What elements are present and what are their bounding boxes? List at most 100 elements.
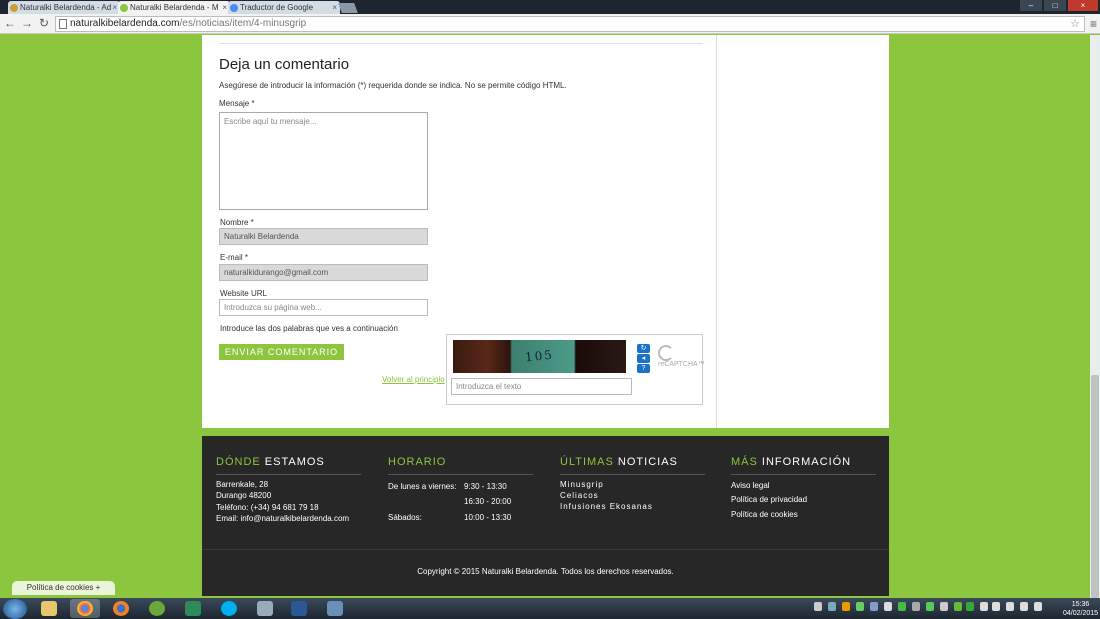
footer-heading-info: MÁS INFORMACIÓN bbox=[731, 456, 876, 475]
schedule-time: 16:30 - 20:00 bbox=[464, 497, 512, 506]
footer-heading-horario: HORARIO bbox=[388, 456, 533, 475]
tab-1[interactable]: Naturalki Belardenda - Ad × bbox=[8, 1, 120, 14]
flag-icon[interactable] bbox=[1006, 602, 1014, 611]
captcha-label: Introduce las dos palabras que ves a con… bbox=[220, 324, 398, 333]
recaptcha-logo: reCAPTCHA™ bbox=[658, 345, 705, 368]
name-input[interactable]: Naturalki Belardenda bbox=[219, 228, 428, 245]
tab-2[interactable]: Naturalki Belardenda - M × bbox=[118, 1, 230, 14]
menu-icon[interactable]: ≡ bbox=[1090, 17, 1097, 31]
explorer-taskbar-button[interactable] bbox=[34, 599, 64, 618]
tray-icon[interactable] bbox=[1020, 602, 1028, 611]
tray-icon[interactable] bbox=[814, 602, 822, 611]
scrollbar[interactable] bbox=[1090, 35, 1100, 615]
volume-icon[interactable] bbox=[992, 602, 1000, 611]
comment-heading: Deja un comentario bbox=[219, 56, 350, 73]
firefox-taskbar-button[interactable] bbox=[106, 599, 136, 618]
app-taskbar-button[interactable] bbox=[320, 599, 350, 618]
back-to-top-link[interactable]: Volver al principio bbox=[382, 375, 445, 384]
website-label: Website URL bbox=[220, 289, 267, 298]
tray-icon[interactable] bbox=[912, 602, 920, 611]
tab-title: Naturalki Belardenda - Ad bbox=[20, 3, 112, 12]
tray-icon[interactable] bbox=[898, 602, 906, 611]
tray-icon[interactable] bbox=[856, 602, 864, 611]
chrome-taskbar-button[interactable] bbox=[70, 599, 100, 618]
captcha-box: 105 ↻ ◂ ? reCAPTCHA™ Introduzca el texto bbox=[446, 334, 705, 405]
tab-title: Naturalki Belardenda - M bbox=[130, 3, 219, 12]
clock-time: 15:36 bbox=[1071, 601, 1090, 608]
tray-icon[interactable] bbox=[926, 602, 934, 611]
scrollbar-thumb[interactable] bbox=[1091, 375, 1099, 615]
close-icon[interactable]: × bbox=[112, 1, 117, 14]
captcha-input[interactable]: Introduzca el texto bbox=[451, 378, 632, 395]
tray-icon[interactable] bbox=[1034, 602, 1042, 611]
captcha-text: 105 bbox=[524, 347, 555, 365]
word-icon bbox=[291, 601, 307, 616]
url-host: naturalkibelardenda.com bbox=[70, 18, 180, 29]
news-link[interactable]: Minusgrip bbox=[560, 479, 604, 490]
refresh-icon[interactable]: ↻ bbox=[637, 344, 650, 353]
minimize-button[interactable]: – bbox=[1020, 0, 1042, 11]
firefox-icon bbox=[113, 601, 129, 616]
info-link[interactable]: Política de privacidad bbox=[731, 494, 807, 505]
skype-taskbar-button[interactable] bbox=[214, 599, 244, 618]
app-taskbar-button[interactable] bbox=[250, 599, 280, 618]
help-icon[interactable]: ? bbox=[637, 364, 650, 373]
website-input[interactable]: Introduzca su página web... bbox=[219, 299, 428, 316]
news-link[interactable]: Infusiones Ekosanas bbox=[560, 501, 653, 512]
tray-icon[interactable] bbox=[966, 602, 974, 611]
bookmark-star-icon[interactable]: ☆ bbox=[1070, 17, 1080, 31]
divider bbox=[716, 35, 717, 428]
maximize-button[interactable]: □ bbox=[1044, 0, 1066, 11]
new-tab-button[interactable] bbox=[338, 3, 358, 13]
news-link[interactable]: Celiacos bbox=[560, 490, 599, 501]
network-signal-icon[interactable] bbox=[980, 602, 988, 611]
back-arrow-icon[interactable]: ← bbox=[3, 16, 17, 30]
info-link[interactable]: Política de cookies bbox=[731, 509, 798, 520]
tray-icon[interactable] bbox=[828, 602, 836, 611]
site-favicon-icon bbox=[10, 4, 18, 12]
audio-icon[interactable]: ◂ bbox=[637, 354, 650, 363]
window-close-button[interactable]: × bbox=[1068, 0, 1098, 11]
app-taskbar-button[interactable] bbox=[178, 599, 208, 618]
taskbar bbox=[0, 598, 1100, 619]
forward-arrow-icon[interactable]: → bbox=[20, 16, 34, 30]
form-note: Asegúrese de introducir la información (… bbox=[219, 81, 567, 90]
close-icon[interactable]: × bbox=[222, 1, 227, 14]
address-bar: ← → ↻ naturalkibelardenda.com/es/noticia… bbox=[0, 14, 1100, 34]
clock-date: 04/02/2015 bbox=[1063, 610, 1099, 617]
window-icon bbox=[257, 601, 273, 616]
close-icon[interactable]: × bbox=[332, 1, 337, 14]
info-link[interactable]: Aviso legal bbox=[731, 480, 770, 491]
email-input[interactable]: naturalkidurango@gmail.com bbox=[219, 264, 428, 281]
address-line: Barrenkale, 28 bbox=[216, 480, 269, 489]
tab-3[interactable]: Traductor de Google × bbox=[228, 1, 340, 14]
message-textarea[interactable]: Escribe aquí tu mensaje... bbox=[219, 112, 428, 210]
cookie-policy-button[interactable]: Política de cookies + bbox=[11, 580, 116, 596]
tray-icon[interactable] bbox=[884, 602, 892, 611]
email-line: Email: info@naturalkibelardenda.com bbox=[216, 514, 350, 523]
url-input[interactable]: naturalkibelardenda.com/es/noticias/item… bbox=[55, 16, 1085, 32]
network-icon bbox=[327, 601, 343, 616]
captcha-brand: reCAPTCHA™ bbox=[658, 361, 705, 368]
address-line: Durango 48200 bbox=[216, 491, 272, 500]
utorrent-taskbar-button[interactable] bbox=[142, 599, 172, 618]
schedule-day: De lunes a viernes: bbox=[388, 482, 457, 491]
tray-icon[interactable] bbox=[870, 602, 878, 611]
word-taskbar-button[interactable] bbox=[284, 599, 314, 618]
page-icon bbox=[59, 19, 67, 29]
submit-comment-button[interactable]: ENVIAR COMENTARIO bbox=[219, 344, 344, 360]
copyright: Copyright © 2015 Naturalki Belardenda. T… bbox=[417, 567, 674, 576]
windows-start-icon[interactable] bbox=[3, 599, 27, 619]
system-clock[interactable]: 15:36 04/02/2015 bbox=[1063, 600, 1098, 618]
reload-icon[interactable]: ↻ bbox=[37, 16, 51, 30]
site-favicon-icon bbox=[120, 4, 128, 12]
schedule-time: 10:00 - 13:30 bbox=[464, 513, 512, 522]
nombre-label: Nombre * bbox=[220, 218, 254, 227]
divider bbox=[202, 549, 889, 550]
tray-icon[interactable] bbox=[842, 602, 850, 611]
skype-icon bbox=[221, 601, 237, 616]
schedule-day: Sábados: bbox=[388, 513, 422, 522]
nvidia-icon[interactable] bbox=[954, 602, 962, 611]
mensaje-label: Mensaje * bbox=[219, 99, 255, 108]
tray-icon[interactable] bbox=[940, 602, 948, 611]
